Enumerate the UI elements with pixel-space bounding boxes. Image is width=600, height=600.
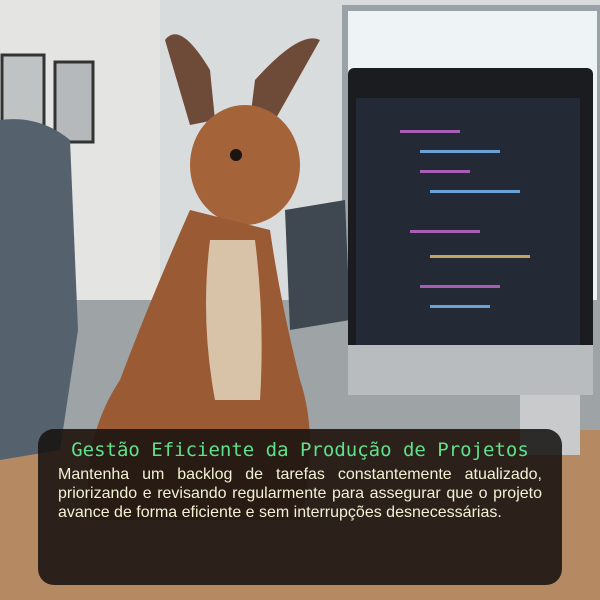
caption-body: Mantenha um backlog de tarefas constante…	[58, 466, 542, 521]
monitor-screen	[356, 98, 580, 353]
caption-title: Gestão Eficiente da Produção de Projetos	[71, 439, 529, 461]
monitor-chin	[348, 345, 593, 395]
background-chair	[285, 200, 350, 330]
picture-frame	[53, 60, 95, 144]
caption-box: Gestão Eficiente da Produção de Projetos…	[38, 429, 562, 585]
